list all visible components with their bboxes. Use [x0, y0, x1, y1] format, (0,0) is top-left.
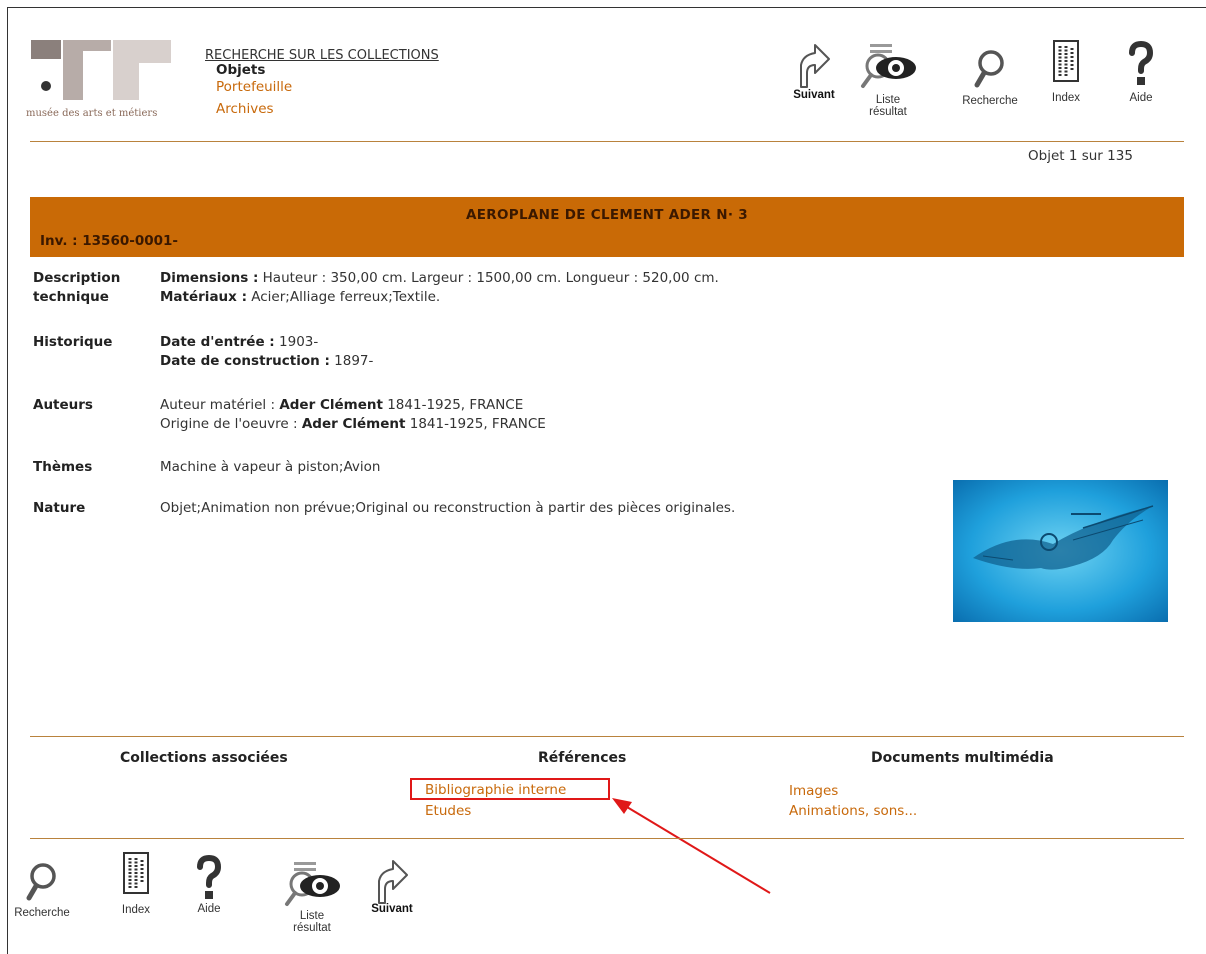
next-label: Suivant	[793, 89, 835, 101]
help-icon	[1129, 41, 1154, 85]
object-title: AEROPLANE DE CLEMENT ADER N· 3	[466, 207, 748, 223]
date-entree-key: Date d'entrée :	[160, 334, 275, 350]
documents-multimedia-heading: Documents multimédia	[871, 750, 1054, 766]
nav-archives[interactable]: Archives	[216, 101, 274, 117]
description-label: Description technique	[33, 270, 121, 305]
result-list-label-1: Liste	[875, 94, 901, 106]
sections-divider-top	[30, 736, 1184, 737]
object-thumbnail[interactable]	[953, 480, 1168, 622]
bottom-next-button[interactable]: Suivant	[362, 855, 422, 915]
auteurs-values: Auteur matériel : Ader Clément 1841-1925…	[160, 397, 546, 432]
themes-label: Thèmes	[33, 459, 93, 475]
logo-text: musée des arts et métiers	[26, 108, 158, 119]
images-link[interactable]: Images	[789, 783, 838, 799]
animations-sons-link[interactable]: Animations, sons...	[789, 803, 917, 819]
bottom-index-button[interactable]: Index	[116, 851, 156, 916]
result-counter: Objet 1 sur 135	[1028, 148, 1133, 164]
author-link[interactable]: Ader Clément	[279, 397, 383, 413]
date-entree-value: 1903-	[274, 334, 319, 350]
description-values: Dimensions : Hauteur : 350,00 cm. Largeu…	[160, 269, 719, 307]
index-icon	[123, 852, 149, 894]
museum-logo[interactable]: musée des arts et métiers	[26, 39, 199, 121]
header-divider	[30, 141, 1184, 142]
aeroplane-image	[953, 480, 1168, 622]
object-title-bar: AEROPLANE DE CLEMENT ADER N· 3 Inv. : 13…	[30, 197, 1184, 257]
nature-value: Objet;Animation non prévue;Original ou r…	[160, 500, 736, 516]
bottom-help-label: Aide	[197, 903, 221, 915]
materiaux-value: Acier;Alliage ferreux;Textile.	[246, 289, 441, 305]
annotation-arrow-icon	[612, 798, 771, 894]
date-construction-value: 1897-	[329, 353, 374, 369]
dimensions-key: Dimensions :	[160, 270, 259, 286]
bottom-search-button[interactable]: Recherche	[10, 860, 74, 919]
search-icon	[26, 863, 56, 901]
auteurs-label: Auteurs	[33, 397, 93, 413]
index-button[interactable]: Index	[1046, 39, 1086, 104]
references-heading: Références	[538, 750, 627, 766]
result-list-label-2: résultat	[869, 106, 907, 118]
result-list-button[interactable]: Liste résultat	[856, 42, 920, 118]
index-icon	[1053, 40, 1079, 82]
bottom-next-label: Suivant	[371, 903, 413, 915]
materiaux-key: Matériaux :	[160, 289, 247, 305]
author-link[interactable]: Ader Clément	[302, 416, 406, 432]
annotation-highlight-box	[410, 778, 610, 800]
next-button[interactable]: Suivant	[784, 39, 844, 101]
index-label: Index	[1051, 92, 1081, 104]
bottom-search-label: Recherche	[14, 907, 70, 919]
bottom-help-button[interactable]: Aide	[184, 855, 234, 915]
etudes-link[interactable]: Etudes	[425, 803, 471, 819]
nature-label: Nature	[33, 500, 86, 516]
bottom-result-list-button[interactable]: Liste résultat	[280, 860, 344, 934]
search-icon	[974, 50, 1004, 88]
historique-label: Historique	[33, 334, 113, 350]
date-construction-key: Date de construction :	[160, 353, 330, 369]
bottom-result-list-label-1: Liste	[299, 910, 325, 922]
search-label: Recherche	[962, 95, 1018, 107]
eye-magnifier-icon	[861, 44, 916, 88]
help-label: Aide	[1129, 92, 1153, 104]
dimensions-value: Hauteur : 350,00 cm. Largeur : 1500,00 c…	[258, 270, 719, 286]
eye-magnifier-icon	[285, 862, 340, 906]
bottom-index-label: Index	[121, 904, 151, 916]
next-arrow-icon	[378, 860, 408, 904]
nav-portefeuille[interactable]: Portefeuille	[216, 79, 292, 95]
search-button[interactable]: Recherche	[958, 47, 1022, 107]
next-arrow-icon	[800, 44, 830, 88]
help-icon	[197, 855, 222, 899]
sections-divider-bottom	[30, 838, 1184, 839]
historique-values: Date d'entrée : 1903- Date de constructi…	[160, 333, 373, 371]
bottom-result-list-label-2: résultat	[293, 922, 331, 934]
inventory-number: Inv. : 13560-0001-	[40, 233, 179, 249]
collections-associees-heading: Collections associées	[120, 750, 288, 766]
themes-value: Machine à vapeur à piston;Avion	[160, 459, 381, 475]
collections-search-link[interactable]: RECHERCHE SUR LES COLLECTIONS	[205, 48, 439, 63]
nav-objets[interactable]: Objets	[216, 62, 265, 78]
help-button[interactable]: Aide	[1116, 41, 1166, 104]
